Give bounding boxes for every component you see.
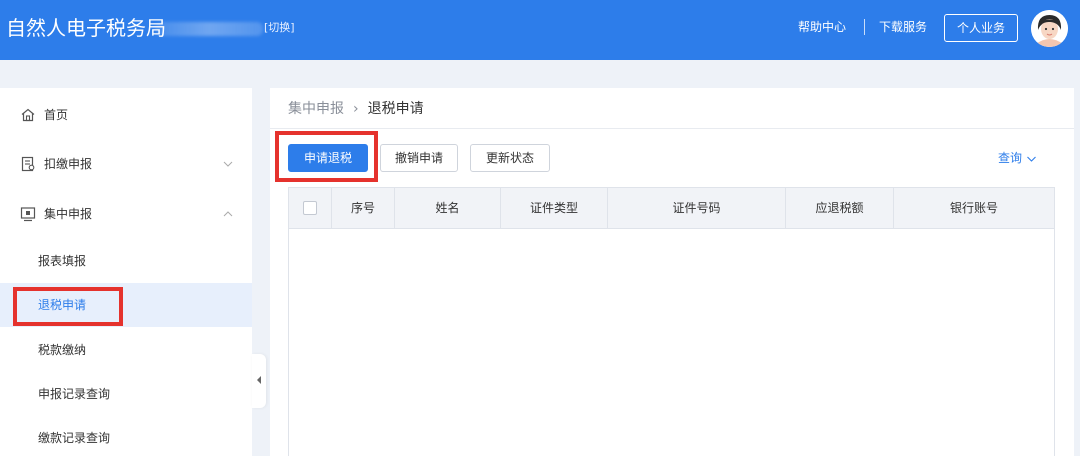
breadcrumb: 集中申报 › 退税申请 xyxy=(288,98,424,120)
breadcrumb-separator: › xyxy=(353,101,359,117)
query-toggle[interactable]: 查询 xyxy=(998,148,1037,168)
table-header: 序号 姓名 证件类型 证件号码 应退税额 银行账号 xyxy=(289,188,1054,229)
monitor-icon xyxy=(20,207,36,222)
query-label: 查询 xyxy=(998,151,1023,165)
chevron-down-icon xyxy=(1027,156,1036,162)
sidebar-subitem-report-filling[interactable]: 报表填报 xyxy=(0,239,252,283)
sidebar-subitem-label: 报表填报 xyxy=(38,254,87,268)
sidebar-subitem-label: 税款缴纳 xyxy=(38,343,87,357)
blurred-user-name xyxy=(155,22,263,36)
avatar[interactable] xyxy=(1031,10,1068,47)
sidebar-subitem-label: 缴款记录查询 xyxy=(38,431,111,445)
sidebar-subitem-payment-records[interactable]: 缴款记录查询 xyxy=(0,416,252,456)
main-panel: 集中申报 › 退税申请 申请退税 撤销申请 更新状态 查询 序号 姓名 证件类型 证… xyxy=(270,88,1074,456)
column-header-name: 姓名 xyxy=(395,188,501,228)
download-service-link[interactable]: 下载服务 xyxy=(879,17,927,37)
header-divider xyxy=(864,19,865,35)
sidebar-item-label: 扣缴申报 xyxy=(44,157,93,171)
document-icon xyxy=(21,156,35,172)
app-title: 自然人电子税务局 xyxy=(6,16,166,40)
select-all-header xyxy=(289,188,332,228)
column-header-id-number: 证件号码 xyxy=(608,188,786,228)
column-header-refund-amount: 应退税额 xyxy=(786,188,894,228)
breadcrumb-current: 退税申请 xyxy=(367,101,424,117)
switch-account-link[interactable]: [切换] xyxy=(264,19,295,37)
home-icon xyxy=(21,108,35,122)
sidebar-subitem-tax-payment[interactable]: 税款缴纳 xyxy=(0,328,252,372)
help-center-link[interactable]: 帮助中心 xyxy=(798,17,846,37)
sidebar-item-label: 首页 xyxy=(44,108,69,122)
sidebar-collapse-handle[interactable] xyxy=(252,354,266,408)
cancel-application-button[interactable]: 撤销申请 xyxy=(380,144,458,172)
refresh-status-button[interactable]: 更新状态 xyxy=(470,144,550,172)
breadcrumb-parent[interactable]: 集中申报 xyxy=(288,101,344,117)
column-header-bank-account: 银行账号 xyxy=(949,201,998,215)
column-header-index: 序号 xyxy=(332,188,395,228)
caret-left-icon xyxy=(257,376,261,384)
sidebar-subitem-declaration-records[interactable]: 申报记录查询 xyxy=(0,372,252,416)
select-all-checkbox[interactable] xyxy=(303,201,317,215)
sidebar-subitem-label: 申报记录查询 xyxy=(38,387,111,401)
personal-business-button[interactable]: 个人业务 xyxy=(944,14,1018,42)
apply-refund-button[interactable]: 申请退税 xyxy=(288,144,368,172)
chevron-up-icon xyxy=(223,211,233,217)
sidebar-subitem-refund-application[interactable]: 退税申请 xyxy=(0,283,252,327)
column-header-id-type: 证件类型 xyxy=(501,188,608,228)
sidebar-item-label: 集中申报 xyxy=(44,207,93,221)
top-header: 自然人电子税务局 [切换] 帮助中心 下载服务 个人业务 xyxy=(0,0,1080,60)
refund-table: 序号 姓名 证件类型 证件号码 应退税额 银行账号 xyxy=(288,187,1055,456)
sidebar-subitem-label: 退税申请 xyxy=(38,298,87,312)
sidebar-item-withholding-declaration[interactable]: 扣缴申报 xyxy=(0,142,252,186)
sidebar-item-home[interactable]: 首页 xyxy=(0,93,252,137)
user-avatar-icon xyxy=(1031,10,1068,47)
chevron-down-icon xyxy=(223,161,233,167)
sidebar-item-centralized-declaration[interactable]: 集中申报 xyxy=(0,192,252,236)
sidebar: 首页 扣缴申报 集中申报 报表填报 退税申请 税款缴纳 申报记录查询 缴款记录查… xyxy=(0,88,252,456)
breadcrumb-divider xyxy=(270,128,1074,129)
